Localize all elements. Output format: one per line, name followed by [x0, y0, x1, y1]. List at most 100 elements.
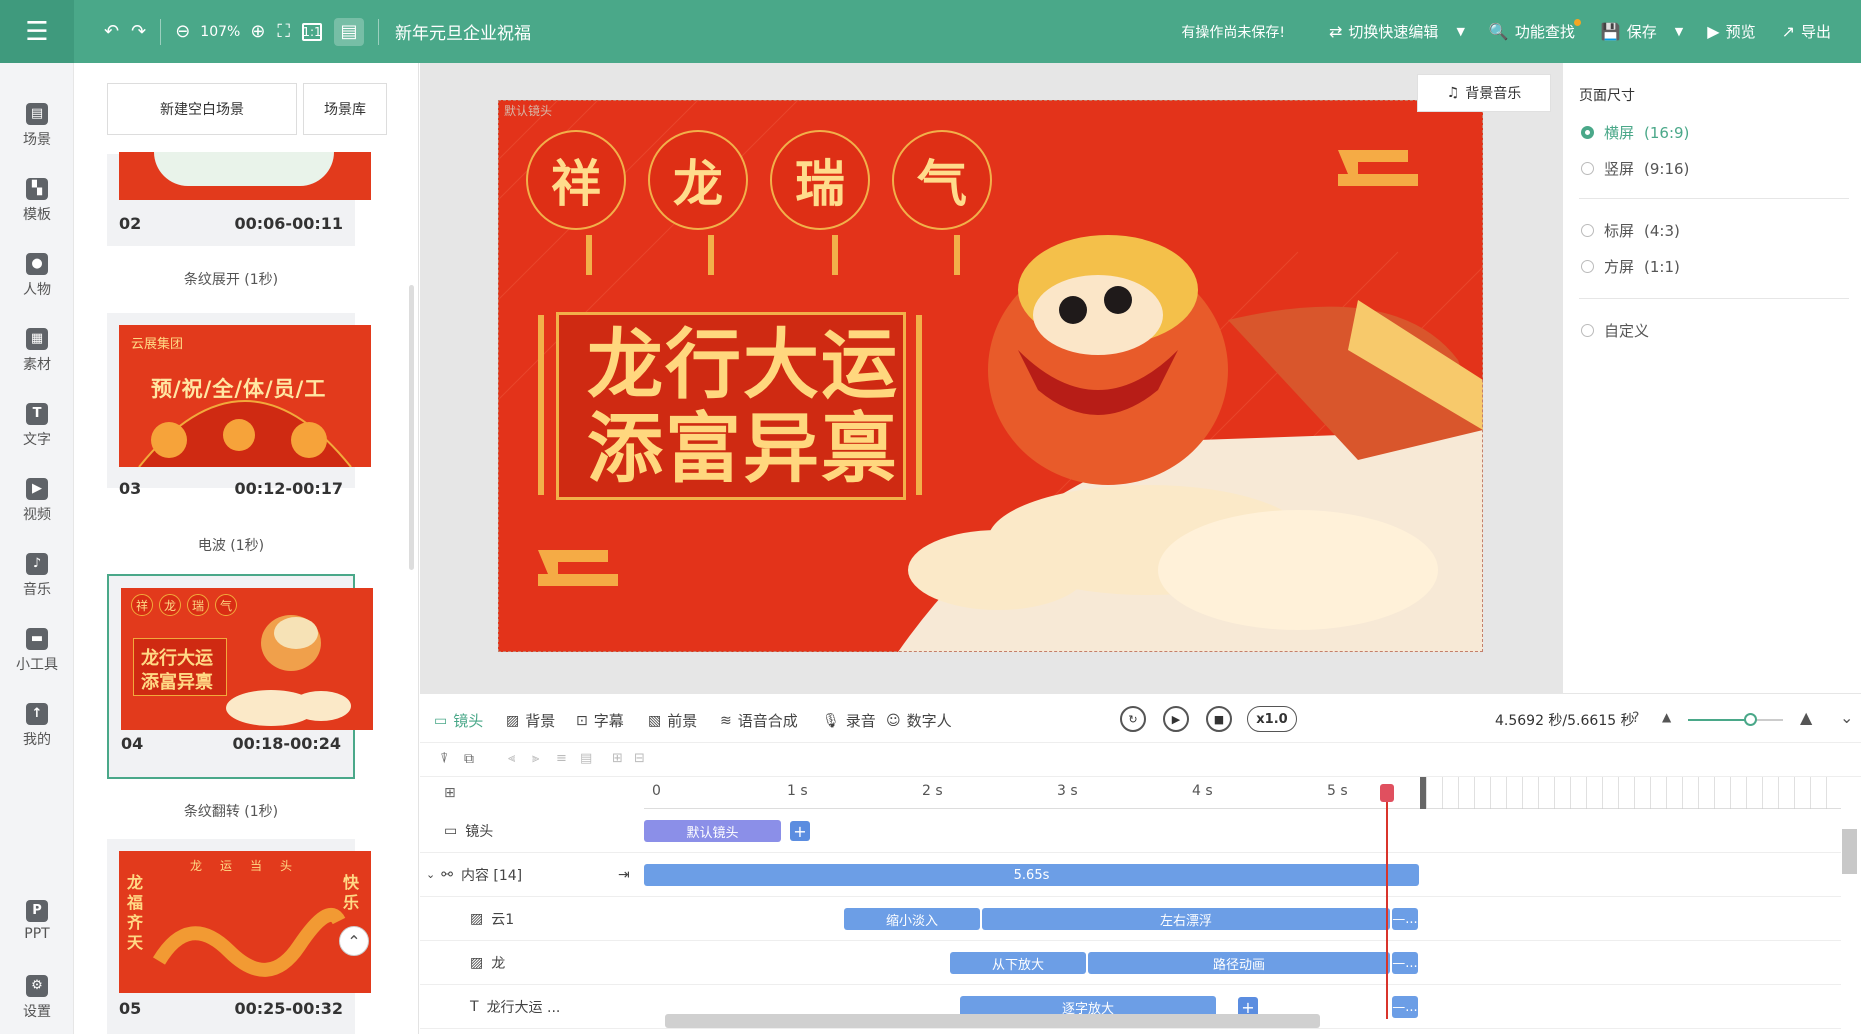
track-text[interactable]: T 龙行大运 ... [420, 985, 644, 1029]
filter-icon[interactable]: ⍒ [440, 751, 448, 767]
nav-music[interactable]: ♪ 音乐 [0, 553, 74, 599]
play-icon[interactable]: ▶ [1163, 706, 1189, 732]
tab-tts[interactable]: ≋ 语音合成 [720, 710, 798, 731]
save-icon: 💾 [1600, 22, 1621, 41]
slider-knob[interactable] [1743, 713, 1757, 726]
undo-icon[interactable]: ↶ [104, 18, 119, 46]
nav-person[interactable]: ● 人物 [0, 253, 74, 299]
nav-scene[interactable]: ▤ 场景 [0, 103, 74, 149]
scene-thumbnail: 祥 龙 瑞 气 龙行大运 添富异禀 [121, 588, 373, 730]
tab-record[interactable]: 🎙 录音 [822, 710, 876, 731]
track-content[interactable]: ⌄ ⚯ 内容 [14] ⇥ [420, 853, 644, 897]
new-blank-scene-button[interactable]: 新建空白场景 [107, 83, 297, 135]
group-icon[interactable]: ⊞ [612, 751, 623, 766]
tab-camera[interactable]: ▭ 镜头 [434, 710, 483, 731]
nav-material[interactable]: ▦ 素材 [0, 328, 74, 374]
track-dragon[interactable]: ▨ 龙 [420, 941, 644, 985]
timeline-hscrollbar[interactable] [665, 1014, 1320, 1028]
chevron-up-icon[interactable]: ⌃ [339, 926, 369, 956]
scene-card[interactable]: 云展集团 预/祝/全/体/员/工 03 00:12-00:17 [107, 313, 371, 498]
background-music-button[interactable]: ♫ 背景音乐 [1417, 74, 1551, 112]
animation-clip[interactable]: 左右漂浮 [982, 908, 1390, 930]
track-camera[interactable]: ▭ 镜头 [420, 809, 644, 853]
clapboard-icon[interactable]: ▤ [334, 17, 365, 46]
time-ruler[interactable]: 0 1 s 2 s 3 s 4 s 5 s [644, 777, 1841, 809]
align-center-icon[interactable]: ⫸ [532, 751, 539, 766]
animation-clip[interactable]: 缩小淡入 [844, 908, 980, 930]
music-icon: ♫ [1446, 85, 1460, 101]
content-clip[interactable]: 5.65s [644, 864, 1419, 886]
nav-template[interactable]: ▚ 模板 [0, 178, 74, 224]
nav-tools[interactable]: ▬ 小工具 [0, 628, 74, 674]
scene-library-button[interactable]: 场景库 [303, 83, 387, 135]
exit-clip[interactable]: —... [1392, 952, 1418, 974]
scene-card-active[interactable]: 祥 龙 瑞 气 龙行大运 添富异禀 04 00:18-00:24 [107, 574, 373, 779]
radio-portrait[interactable]: 竖屏 (9:16) [1581, 158, 1689, 179]
radio-landscape[interactable]: 横屏 (16:9) [1581, 122, 1689, 143]
speed-button[interactable]: x1.0 [1247, 706, 1297, 732]
distribute-icon[interactable]: ▤ [580, 751, 592, 766]
ungroup-icon[interactable]: ⊟ [634, 751, 645, 766]
tools-icon: ▬ [26, 628, 48, 650]
timeline-zoom-slider[interactable] [1688, 713, 1783, 726]
nav-video[interactable]: ▶ 视频 [0, 478, 74, 524]
zoom-out-small-icon[interactable]: ▲ [1662, 710, 1671, 724]
align-left-icon[interactable]: ⫷ [508, 751, 515, 766]
switch-quick-edit-button[interactable]: ⇄ 切换快速编辑 [1319, 12, 1448, 52]
document-title[interactable]: 新年元旦企业祝福 [395, 19, 531, 44]
export-button[interactable]: ↗ 导出 [1772, 12, 1841, 52]
radio-standard[interactable]: 标屏 (4:3) [1581, 220, 1680, 241]
collapse-icon[interactable]: ⌄ [1840, 708, 1853, 727]
enter-group-icon[interactable]: ⇥ [618, 867, 630, 883]
animation-clip[interactable]: 路径动画 [1088, 952, 1390, 974]
zoom-in-large-icon[interactable]: ▲ [1800, 708, 1812, 727]
nav-settings[interactable]: ⚙ 设置 [0, 975, 74, 1021]
exit-clip[interactable]: —... [1392, 908, 1418, 930]
help-icon[interactable]: ? [1632, 710, 1639, 726]
scene-icon: ▤ [26, 103, 48, 125]
chevron-down-icon[interactable]: ▼ [1675, 25, 1683, 38]
replay-icon[interactable]: ↻ [1120, 706, 1146, 732]
tab-foreground[interactable]: ▧ 前景 [648, 710, 697, 731]
scene-transition[interactable]: 电波 (1秒) [107, 535, 355, 555]
tab-digital-human[interactable]: ☺ 数字人 [886, 710, 952, 731]
add-camera-button[interactable]: + [790, 821, 810, 841]
chevron-down-icon[interactable]: ⌄ [426, 868, 435, 881]
scene-transition[interactable]: 条纹展开 (1秒) [107, 269, 355, 289]
timeline-vscrollbar[interactable] [1842, 829, 1857, 874]
canvas-stage[interactable]: 祥 龙 瑞 气 龙行大运 添富异禀 默认镜头 [498, 100, 1483, 652]
scene-time: 00:06-00:11 [234, 214, 344, 233]
layer-icon[interactable]: ⧉ [464, 751, 474, 767]
radio-custom[interactable]: 自定义 [1581, 320, 1649, 341]
playhead[interactable] [1386, 784, 1388, 1019]
actual-size-icon[interactable]: 1:1 [302, 22, 323, 41]
chevron-down-icon[interactable]: ▼ [1456, 25, 1464, 38]
hamburger-menu-icon[interactable]: ☰ [0, 0, 74, 63]
zoom-out-icon[interactable]: ⊖ [175, 18, 190, 46]
zoom-in-icon[interactable]: ⊕ [250, 18, 265, 46]
fullscreen-icon[interactable]: ⛶ [277, 18, 290, 46]
tab-background[interactable]: ▨ 背景 [506, 710, 555, 731]
playhead-handle[interactable] [1380, 784, 1394, 802]
scene-card[interactable]: 龙 运 当 头 龙福齐天 快乐 ⌃ 05 00:25-00:32 [107, 839, 371, 1034]
scene-card[interactable]: 02 00:06-00:11 [107, 152, 371, 246]
camera-clip[interactable]: 默认镜头 [644, 820, 781, 842]
track-cloud[interactable]: ▨ 云1 [420, 897, 644, 941]
nav-text[interactable]: T 文字 [0, 403, 74, 449]
exit-clip[interactable]: —... [1392, 996, 1418, 1018]
redo-icon[interactable]: ↷ [131, 18, 146, 46]
structure-icon[interactable]: ⊞ [444, 785, 456, 801]
tab-subtitle[interactable]: ⊡ 字幕 [576, 710, 624, 731]
feature-search-button[interactable]: 🔍 功能查找 [1479, 12, 1585, 52]
radio-square[interactable]: 方屏 (1:1) [1581, 256, 1680, 277]
scene-transition[interactable]: 条纹翻转 (1秒) [107, 801, 355, 821]
scene-scrollbar[interactable] [409, 285, 414, 570]
save-button[interactable]: 💾 保存 [1591, 12, 1667, 52]
scene-number: 05 [119, 999, 142, 1018]
align-right-icon[interactable]: ≡ [556, 751, 567, 766]
nav-ppt[interactable]: P PPT [0, 900, 74, 942]
preview-button[interactable]: ▶ 预览 [1697, 12, 1765, 52]
stop-icon[interactable]: ■ [1206, 706, 1232, 732]
animation-clip[interactable]: 从下放大 [950, 952, 1086, 974]
nav-mine[interactable]: ↑ 我的 [0, 703, 74, 749]
